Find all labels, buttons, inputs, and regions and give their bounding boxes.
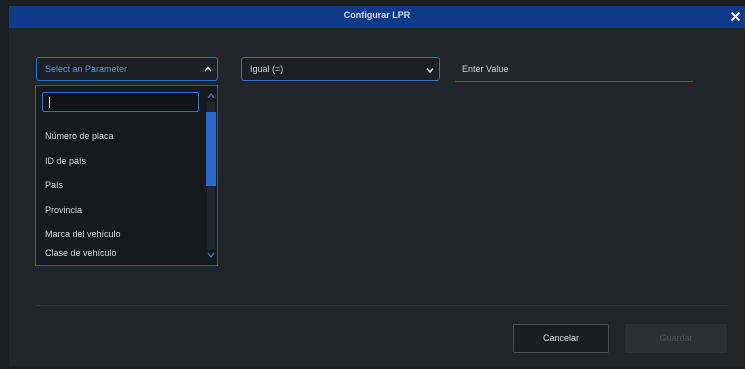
scroll-thumb[interactable] xyxy=(206,112,216,186)
parameter-option[interactable]: Provincia xyxy=(45,205,82,215)
parameter-select[interactable]: Select an Parameter xyxy=(36,57,218,81)
scroll-up-icon[interactable] xyxy=(207,92,215,100)
operator-select[interactable]: Igual (=) xyxy=(241,57,440,81)
scroll-down-icon[interactable] xyxy=(207,251,215,259)
parameter-option[interactable]: Marca del vehículo xyxy=(45,229,121,239)
chevron-down-icon[interactable] xyxy=(425,65,435,75)
dropdown-scrollbar[interactable] xyxy=(206,92,216,259)
save-button[interactable]: Guardar xyxy=(625,324,727,353)
parameter-option[interactable]: País xyxy=(45,180,63,190)
configure-lpr-dialog: Configurar LPR Select an Parameter Igual… xyxy=(9,6,745,366)
value-input[interactable]: Enter Value xyxy=(455,57,693,82)
footer-divider xyxy=(36,305,728,306)
parameter-select-placeholder: Select an Parameter xyxy=(45,64,128,74)
chevron-up-icon[interactable] xyxy=(203,64,213,74)
close-icon[interactable] xyxy=(730,11,741,22)
dialog-titlebar: Configurar LPR xyxy=(9,6,745,28)
parameter-option[interactable]: Número de placa xyxy=(45,131,114,141)
operator-select-value: Igual (=) xyxy=(250,64,284,74)
parameter-option[interactable]: Clase de vehículo xyxy=(45,248,117,258)
cancel-button[interactable]: Cancelar xyxy=(513,324,609,353)
parameter-search-input[interactable] xyxy=(42,92,199,112)
dialog-title: Configurar LPR xyxy=(343,10,411,20)
parameter-dropdown-list: Número de placa ID de país País Provinci… xyxy=(35,85,218,266)
text-cursor xyxy=(49,97,50,108)
parameter-option[interactable]: ID de país xyxy=(45,156,86,166)
value-input-placeholder: Enter Value xyxy=(462,64,509,74)
